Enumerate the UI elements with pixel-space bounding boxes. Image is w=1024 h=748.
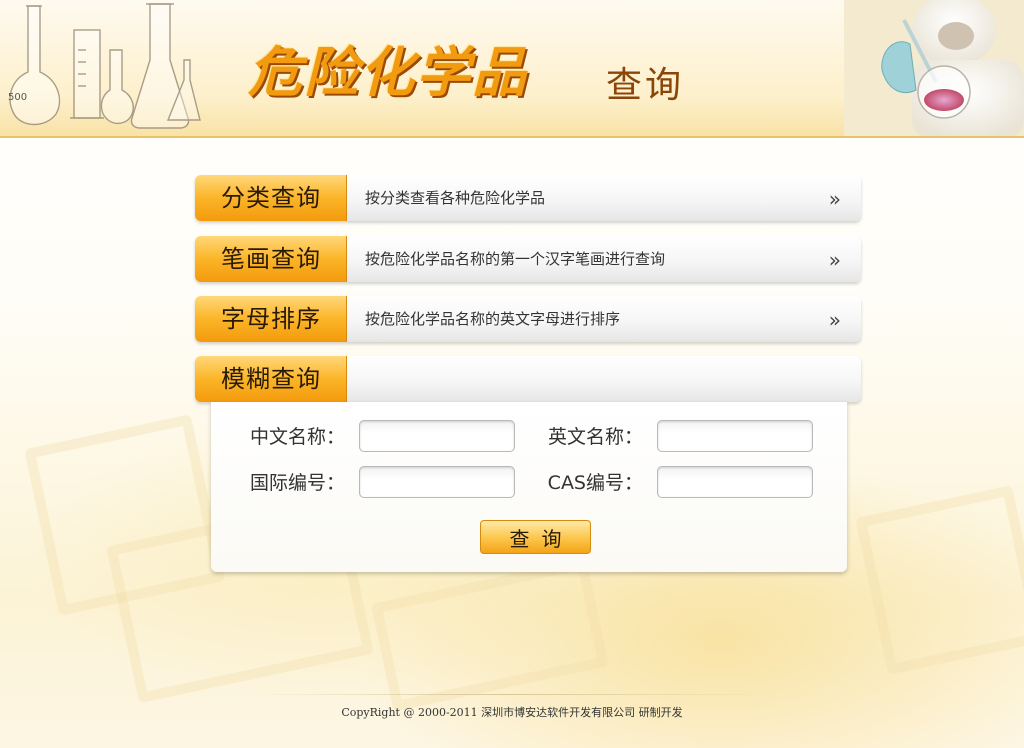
lab-glassware-illustration: 500 <box>8 3 201 129</box>
intl-code-input[interactable] <box>359 466 515 498</box>
menu-description: 按危险化学品名称的英文字母进行排序 <box>365 310 621 328</box>
menu-row-alphabet[interactable]: 字母排序 按危险化学品名称的英文字母进行排序 » <box>195 296 861 342</box>
fuzzy-search-panel: 中文名称： 英文名称： 国际编号： CAS编号： 查询 <box>211 402 847 572</box>
double-chevron-right-icon[interactable]: » <box>829 175 841 221</box>
menu-tab: 笔画查询 <box>195 236 347 282</box>
menu-tab-label: 模糊查询 <box>221 365 321 393</box>
double-chevron-right-icon[interactable]: » <box>829 296 841 342</box>
menu-row-stroke[interactable]: 笔画查询 按危险化学品名称的第一个汉字笔画进行查询 » <box>195 236 861 282</box>
menu-row-fuzzy[interactable]: 模糊查询 <box>195 356 861 402</box>
double-chevron-right-icon[interactable]: » <box>829 236 841 282</box>
page-title: 危险化学品 <box>248 40 528 104</box>
menu-tab: 分类查询 <box>195 175 347 221</box>
menu-row-category[interactable]: 分类查询 按分类查看各种危险化学品 » <box>195 175 861 221</box>
chinese-name-label: 中文名称： <box>249 426 345 448</box>
footer-copyright: CopyRight @ 2000-2011 深圳市博安达软件开发有限公司 研制开… <box>341 706 683 719</box>
svg-text:500: 500 <box>8 92 27 103</box>
english-name-label: 英文名称： <box>547 426 643 448</box>
menu-tab-label: 分类查询 <box>221 184 321 212</box>
menu-description: 按危险化学品名称的第一个汉字笔画进行查询 <box>365 250 666 268</box>
header-banner: 500 危险化学品 查询 <box>0 0 1024 138</box>
page-subtitle: 查询 <box>606 65 685 106</box>
footer-divider <box>250 694 774 695</box>
cas-code-label: CAS编号： <box>547 472 643 494</box>
english-name-input[interactable] <box>657 420 813 452</box>
scientist-illustration <box>844 0 1024 136</box>
menu-description: 按分类查看各种危险化学品 <box>365 189 546 207</box>
query-button[interactable]: 查询 <box>480 520 591 554</box>
cas-code-input[interactable] <box>657 466 813 498</box>
menu-tab: 模糊查询 <box>195 356 347 402</box>
menu-tab-label: 笔画查询 <box>221 245 321 273</box>
menu-tab: 字母排序 <box>195 296 347 342</box>
chinese-name-input[interactable] <box>359 420 515 452</box>
menu-tab-label: 字母排序 <box>221 305 321 333</box>
intl-code-label: 国际编号： <box>249 472 345 494</box>
